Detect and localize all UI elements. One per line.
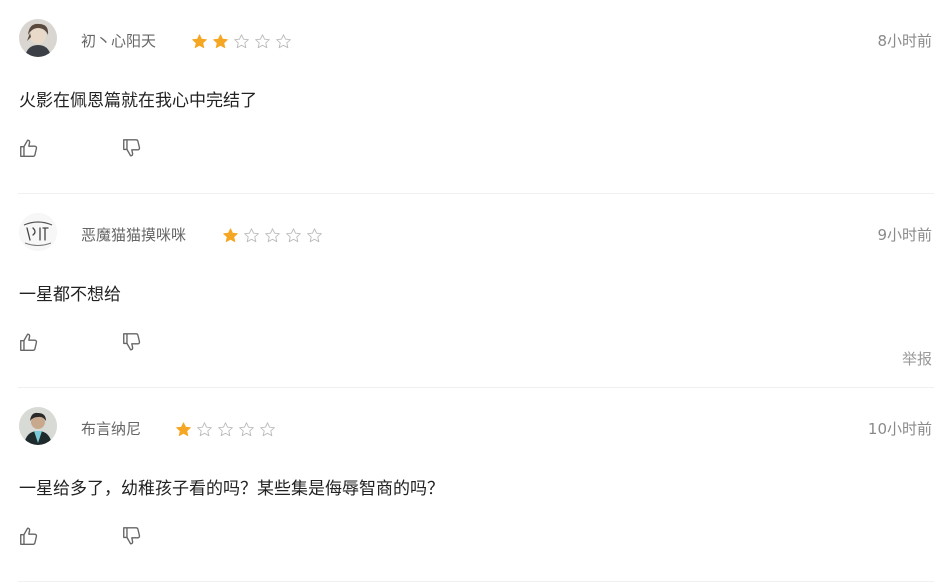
avatar[interactable]	[19, 213, 57, 251]
star-rating	[222, 224, 327, 246]
divider	[18, 581, 934, 582]
thumbs-up-icon	[20, 139, 38, 157]
star-rating	[191, 30, 296, 52]
thumbs-down-icon	[123, 139, 141, 157]
star-empty-icon	[265, 227, 280, 242]
star-empty-icon	[255, 33, 270, 48]
star-empty-icon	[234, 33, 249, 48]
timestamp: 8小时前	[877, 32, 932, 50]
thumbs-up-icon	[20, 527, 38, 545]
like-button[interactable]	[18, 331, 40, 353]
review-list: 初丶心阳天 8小时前 火影在佩恩篇就在我心中完结了 恶魔猫猫摸咪咪 9小时前 一…	[0, 0, 952, 583]
timestamp: 9小时前	[877, 226, 932, 244]
avatar[interactable]	[19, 407, 57, 445]
star-filled-icon	[213, 33, 228, 48]
star-empty-icon	[276, 33, 291, 48]
star-empty-icon	[239, 421, 254, 436]
dislike-button[interactable]	[121, 525, 143, 547]
username[interactable]: 恶魔猫猫摸咪咪	[81, 224, 186, 246]
review-content: 火影在佩恩篇就在我心中完结了	[19, 91, 257, 111]
star-filled-icon	[176, 421, 191, 436]
star-rating	[175, 418, 280, 440]
thumbs-down-icon	[123, 333, 141, 351]
star-filled-icon	[192, 33, 207, 48]
dislike-button[interactable]	[121, 137, 143, 159]
star-filled-icon	[223, 227, 238, 242]
review-item: 恶魔猫猫摸咪咪 9小时前 一星都不想给 举报	[0, 194, 952, 388]
review-item: 初丶心阳天 8小时前 火影在佩恩篇就在我心中完结了	[0, 0, 952, 194]
like-button[interactable]	[18, 525, 40, 547]
star-empty-icon	[260, 421, 275, 436]
username[interactable]: 初丶心阳天	[81, 30, 156, 52]
star-empty-icon	[286, 227, 301, 242]
report-button[interactable]: 举报	[902, 349, 932, 369]
star-empty-icon	[244, 227, 259, 242]
avatar[interactable]	[19, 19, 57, 57]
star-empty-icon	[218, 421, 233, 436]
like-button[interactable]	[18, 137, 40, 159]
review-content: 一星给多了，幼稚孩子看的吗？某些集是侮辱智商的吗？	[19, 479, 444, 499]
thumbs-down-icon	[123, 527, 141, 545]
username[interactable]: 布言纳尼	[81, 418, 141, 440]
thumbs-up-icon	[20, 333, 38, 351]
timestamp: 10小时前	[867, 420, 932, 438]
review-item: 布言纳尼 10小时前 一星给多了，幼稚孩子看的吗？某些集是侮辱智商的吗？	[0, 388, 952, 582]
star-empty-icon	[197, 421, 212, 436]
star-empty-icon	[307, 227, 322, 242]
review-content: 一星都不想给	[19, 285, 121, 305]
dislike-button[interactable]	[121, 331, 143, 353]
